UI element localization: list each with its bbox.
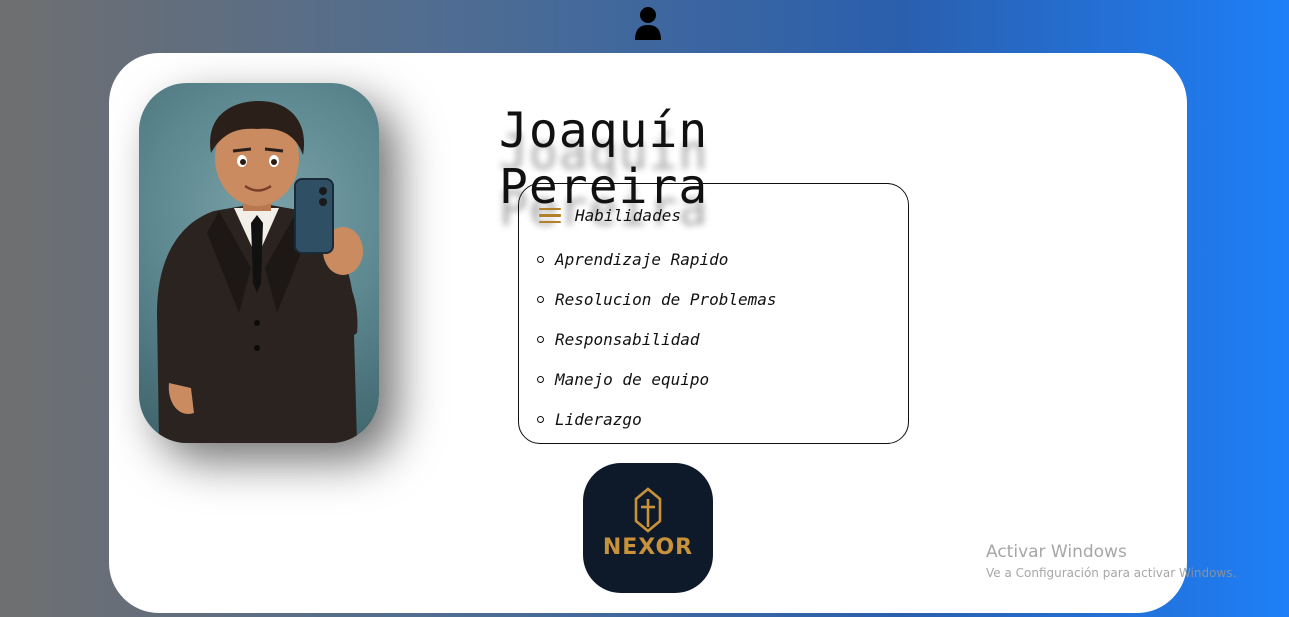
skill-label: Responsabilidad — [555, 329, 700, 349]
skill-label: Manejo de equipo — [555, 369, 710, 389]
logo-text: NEXOR — [602, 535, 694, 560]
skills-title: Habilidades — [575, 206, 681, 225]
skill-label: Liderazgo — [555, 409, 642, 429]
skills-list: Aprendizaje Rapido Resolucion de Problem… — [537, 239, 777, 439]
profile-card: Joaquín Pereira Habilidades Aprendizaje … — [109, 53, 1187, 613]
bullet-icon — [537, 295, 544, 303]
bullet-icon — [537, 335, 544, 343]
list-item: Resolucion de Problemas — [537, 279, 777, 319]
skill-label: Aprendizaje Rapido — [555, 249, 729, 269]
watermark-title: Activar Windows — [986, 542, 1127, 562]
skills-header[interactable]: Habilidades — [539, 206, 681, 225]
list-item: Aprendizaje Rapido — [537, 239, 777, 279]
skills-panel: Habilidades Aprendizaje Rapido Resolucio… — [518, 183, 909, 444]
windows-activation-watermark: Activar Windows Ve a Configuración para … — [986, 542, 1236, 580]
selfie-avatar-image — [139, 83, 379, 443]
skill-label: Resolucion de Problemas — [555, 289, 777, 309]
bullet-icon — [537, 255, 544, 263]
hamburger-menu-icon[interactable] — [539, 207, 561, 224]
list-item: Liderazgo — [537, 399, 777, 439]
list-item: Responsabilidad — [537, 319, 777, 359]
nexor-logo[interactable]: NEXOR — [583, 463, 713, 593]
user-icon[interactable] — [633, 6, 663, 40]
bullet-icon — [537, 415, 544, 423]
shield-cross-icon — [634, 487, 662, 533]
list-item: Manejo de equipo — [537, 359, 777, 399]
bullet-icon — [537, 375, 544, 383]
watermark-subtitle: Ve a Configuración para activar Windows. — [986, 566, 1237, 580]
